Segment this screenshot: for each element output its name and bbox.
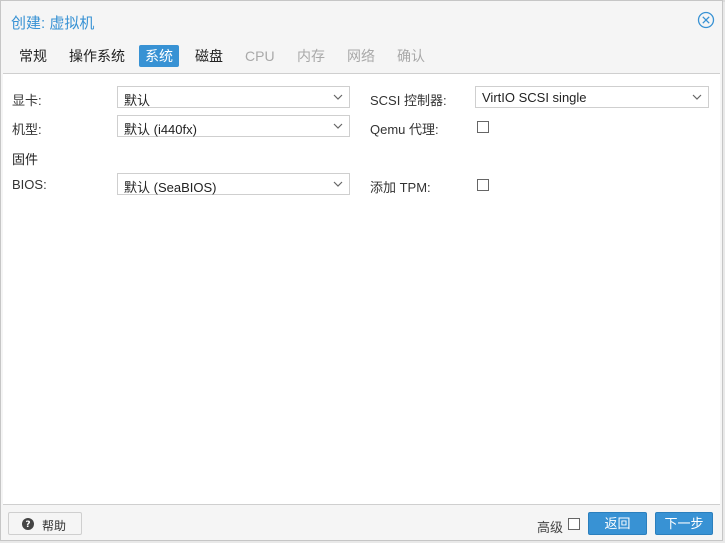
tab-memory[interactable]: 内存 [291,45,331,67]
close-button[interactable] [697,11,715,29]
qemu-agent-checkbox[interactable] [477,121,489,133]
firmware-section-title: 固件 [12,152,39,167]
help-button[interactable]: ? 帮助 [8,512,82,535]
add-tpm-checkbox[interactable] [477,179,489,191]
tab-os[interactable]: 操作系统 [63,45,131,67]
help-button-label: 帮助 [42,519,67,533]
graphics-card-label: 显卡: [12,93,42,108]
tab-disks[interactable]: 磁盘 [189,45,229,67]
chevron-down-icon [333,123,343,129]
advanced-checkbox[interactable] [568,518,580,530]
graphics-card-select[interactable]: 默认 [117,86,350,108]
qemu-agent-label: Qemu 代理: [370,122,439,137]
tab-system[interactable]: 系统 [139,45,179,67]
bios-select[interactable]: 默认 (SeaBIOS) [117,173,350,195]
graphics-card-value: 默认 [124,93,151,108]
back-button[interactable]: 返回 [588,512,647,535]
wizard-tabbar: 常规 操作系统 系统 磁盘 CPU 内存 网络 确认 [1,43,722,71]
close-icon [697,11,715,29]
question-circle-icon: ? [22,518,34,530]
chevron-down-icon [692,94,702,100]
scsi-controller-value: VirtIO SCSI single [482,90,587,105]
dialog-footer: ? 帮助 高级 返回 下一步 [1,506,722,542]
create-vm-dialog: 创建: 虚拟机 常规 操作系统 系统 磁盘 CPU 内存 网络 确认 显卡: 默… [0,0,723,541]
machine-label: 机型: [12,122,42,137]
dialog-title: 创建: 虚拟机 [11,15,95,32]
bios-value: 默认 (SeaBIOS) [124,180,217,195]
add-tpm-label: 添加 TPM: [370,180,431,195]
tab-confirm[interactable]: 确认 [391,45,431,67]
machine-select[interactable]: 默认 (i440fx) [117,115,350,137]
advanced-label: 高级 [537,520,564,535]
next-button[interactable]: 下一步 [655,512,713,535]
chevron-down-icon [333,181,343,187]
dialog-titlebar: 创建: 虚拟机 [1,1,722,39]
machine-value: 默认 (i440fx) [124,122,197,137]
chevron-down-icon [333,94,343,100]
bios-label: BIOS: [12,177,47,192]
tab-cpu[interactable]: CPU [239,45,281,67]
scsi-controller-select[interactable]: VirtIO SCSI single [475,86,709,108]
system-form-panel: 显卡: 默认 机型: 默认 (i440fx) 固件 BIOS: 默认 (SeaB… [3,73,720,505]
tab-general[interactable]: 常规 [13,45,53,67]
svg-text:?: ? [25,520,30,530]
tab-network[interactable]: 网络 [341,45,381,67]
scsi-controller-label: SCSI 控制器: [370,93,447,108]
